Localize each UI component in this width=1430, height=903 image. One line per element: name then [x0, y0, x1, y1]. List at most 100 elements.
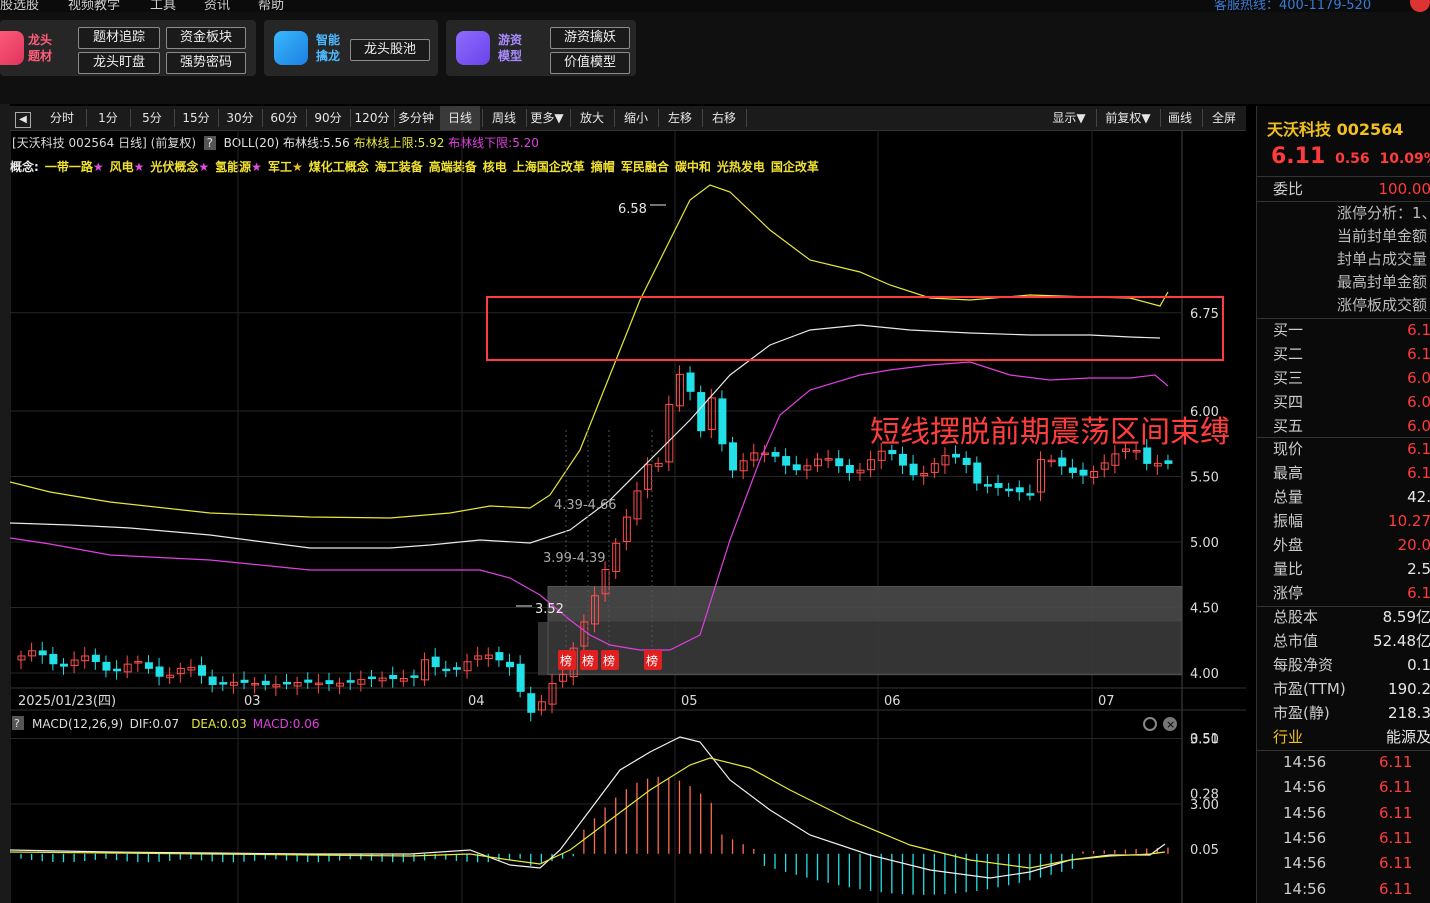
theme-track-button[interactable]: 题材追踪: [78, 27, 160, 49]
fundamental-row: 每股净资 0.1: [1273, 656, 1430, 674]
macd-macd-label: MACD:0.06: [253, 717, 320, 731]
period-1m[interactable]: 1分: [88, 106, 128, 130]
candle-body: [91, 654, 100, 663]
hot-money-icon: [456, 31, 490, 65]
candle-body: [49, 653, 58, 665]
strong-code-button[interactable]: 强势密码: [166, 52, 246, 74]
period-120m[interactable]: 120分: [352, 106, 392, 130]
candle-body: [792, 464, 801, 471]
date-tick-label: 05: [681, 694, 698, 709]
menu-item-news[interactable]: 资讯: [204, 0, 230, 12]
candle-body: [1005, 488, 1014, 492]
limit-analysis: 涨停分析：1、 当前封单金额 封单占成交量 最高封单金额 涨停板成交额: [1337, 202, 1430, 317]
leader-pool-button[interactable]: 龙头股池: [350, 39, 430, 61]
period-multi[interactable]: 多分钟: [394, 106, 438, 130]
fundamental-row: 市盈(TTM) 190.2: [1273, 680, 1430, 698]
adjust-menu[interactable]: 前复权▼: [1098, 106, 1158, 130]
kline-chart[interactable]: 短线摆脱前期震荡区间束缚6.583.524.39-4.663.99-4.39榜榜…: [10, 130, 1256, 903]
price-tick-label: 5.50: [1190, 471, 1219, 486]
high-label: 6.58: [618, 202, 647, 217]
value-model-button[interactable]: 价值模型: [550, 52, 630, 74]
candle-body: [102, 661, 111, 671]
display-menu[interactable]: 显示▼: [1044, 106, 1094, 130]
hotline-text: 客服热线：400-1179-520: [1214, 0, 1372, 12]
analysis-line: 当前封单金额: [1337, 227, 1428, 245]
candle-body: [367, 676, 376, 680]
tick-row: 14:56 6.11: [1283, 879, 1413, 898]
period-daily[interactable]: 日线: [440, 106, 480, 130]
menu-bar: 股选股 视频教学 工具 资讯 帮助 客服热线：400-1179-520: [0, 0, 1430, 12]
fundamental-row: 总股本 8.59亿: [1273, 608, 1430, 626]
macd-tick-label: 0.05: [1190, 843, 1219, 858]
candle-body: [38, 650, 47, 656]
hot-money-demon-button[interactable]: 游资擒妖: [550, 27, 630, 49]
candle-body: [898, 453, 907, 466]
candle-body: [452, 667, 461, 670]
draw-line-button[interactable]: 画线: [1162, 106, 1198, 130]
dragon-theme-icon: [0, 31, 24, 65]
candle-body: [495, 652, 504, 661]
tick-row: 14:56 6.11: [1283, 828, 1413, 847]
candle-body: [304, 679, 313, 683]
candle-body: [506, 661, 515, 668]
period-15m[interactable]: 15分: [176, 106, 216, 130]
analysis-line: 最高封单金额: [1337, 273, 1428, 291]
candle-body: [686, 372, 695, 392]
bid-row: 买一 6.1: [1273, 321, 1430, 339]
candle-body: [888, 450, 897, 455]
macd-label-label: MACD(12,26,9): [32, 717, 123, 731]
fund-sector-button[interactable]: 资金板块: [166, 27, 246, 49]
close-icon-glyph: ×: [1166, 718, 1175, 731]
menu-item-tools[interactable]: 工具: [150, 0, 176, 12]
period-more[interactable]: 更多▼: [526, 106, 568, 130]
candle-body: [240, 679, 249, 683]
menu-item-select[interactable]: 股选股: [0, 0, 39, 12]
fundamental-row: 市盈(静) 218.3: [1273, 704, 1430, 722]
candle-body: [389, 674, 398, 680]
candle-body: [527, 693, 536, 713]
period-30m[interactable]: 30分: [220, 106, 260, 130]
candle-body: [909, 463, 918, 476]
collapse-icon[interactable]: ◀: [12, 106, 34, 130]
period-90m[interactable]: 90分: [308, 106, 348, 130]
macd-tick-label: 0.28: [1190, 788, 1219, 803]
fullscreen-button[interactable]: 全屏: [1206, 106, 1242, 130]
annotation-text: 短线摆脱前期震荡区间束缚: [870, 415, 1230, 450]
date-tick-label: 03: [244, 694, 261, 709]
date-tick-label: 07: [1098, 694, 1115, 709]
macd-dea-label: DEA:0.03: [191, 717, 247, 731]
move-left-button[interactable]: 左移: [660, 106, 700, 130]
period-timeshare[interactable]: 分时: [40, 106, 84, 130]
menu-item-help[interactable]: 帮助: [258, 0, 284, 12]
candle-body: [771, 452, 780, 457]
period-5m[interactable]: 5分: [132, 106, 172, 130]
alert-icon[interactable]: [1410, 0, 1430, 12]
tick-row: 14:56 6.11: [1283, 803, 1413, 822]
zoom-out-button[interactable]: 缩小: [616, 106, 656, 130]
leader-watch-button[interactable]: 龙头盯盘: [78, 52, 160, 74]
bang-text: 榜: [603, 653, 615, 668]
zoom-in-button[interactable]: 放大: [572, 106, 612, 130]
candle-body: [994, 483, 1003, 488]
group-hot-money: 游资 模型 游资擒妖 价值模型: [446, 20, 636, 76]
macd-dif-line: [10, 736, 1166, 879]
candle-body: [983, 484, 992, 487]
candle-body: [113, 668, 122, 672]
period-weekly[interactable]: 周线: [484, 106, 524, 130]
date-tick-label: 04: [468, 694, 485, 709]
price-tick-label: 4.50: [1190, 602, 1219, 617]
analysis-line: 涨停分析：1、: [1337, 204, 1430, 222]
candle-body: [155, 666, 164, 677]
candle-body: [261, 680, 270, 686]
menu-item-video[interactable]: 视频教学: [68, 0, 120, 12]
stat-row: 外盘 20.0: [1273, 536, 1430, 554]
candle-body: [59, 663, 68, 667]
price-tick-label: 6.75: [1190, 307, 1219, 322]
period-60m[interactable]: 60分: [264, 106, 304, 130]
move-right-button[interactable]: 右移: [704, 106, 744, 130]
candle-body: [28, 650, 37, 657]
quote-change: 0.56: [1335, 151, 1370, 167]
analysis-line: 涨停板成交额: [1337, 296, 1428, 314]
candle-body: [952, 453, 961, 458]
date-tick-label: 2025/01/23(四): [18, 694, 116, 709]
